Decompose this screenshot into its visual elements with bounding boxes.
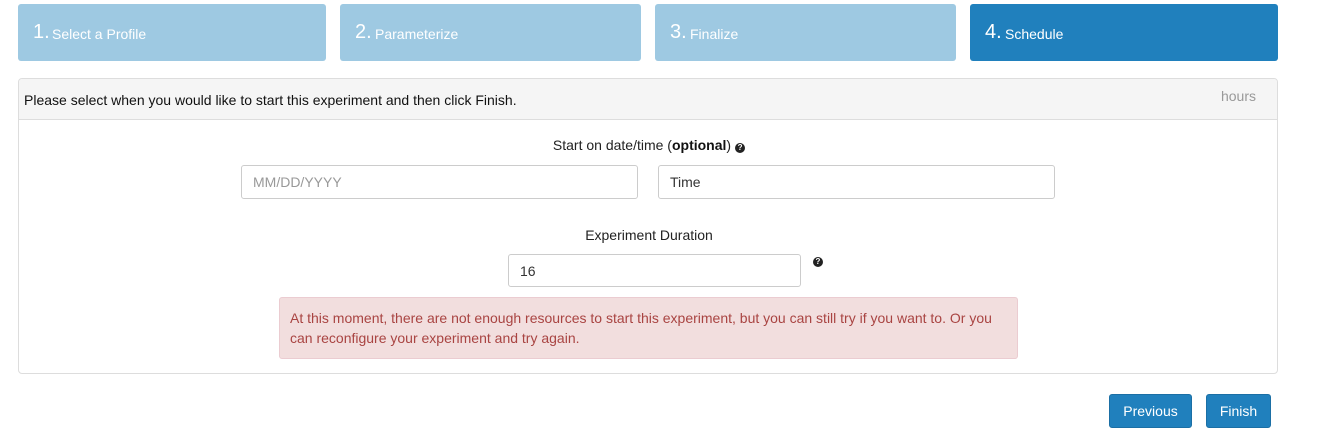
schedule-panel: Please select when you would like to sta… [18, 78, 1278, 374]
optional-label: optional [671, 137, 727, 153]
time-input[interactable] [658, 165, 1055, 199]
step-parameterize[interactable]: 2. Parameterize [340, 4, 641, 61]
wizard-steps: 1. Select a Profile 2. Parameterize 3. F… [18, 4, 1278, 61]
panel-heading: Please select when you would like to sta… [19, 79, 1277, 120]
date-input[interactable] [241, 165, 638, 199]
step-select-profile[interactable]: 1. Select a Profile [18, 4, 326, 61]
duration-input[interactable] [508, 254, 801, 287]
step-label: Parameterize [375, 26, 459, 42]
step-finalize[interactable]: 3. Finalize [655, 4, 956, 61]
step-label: Select a Profile [52, 26, 147, 42]
finish-button[interactable]: Finish [1206, 394, 1271, 428]
step-label: Schedule [1005, 26, 1064, 42]
step-number: 1. [33, 21, 50, 43]
hours-label: hours [1220, 88, 1256, 104]
previous-button[interactable]: Previous [1109, 394, 1192, 428]
step-number: 3. [670, 21, 687, 43]
start-label-suffix: ) [726, 137, 732, 153]
step-number: 2. [355, 21, 372, 43]
duration-help-icon[interactable]: ? [813, 257, 823, 267]
step-number: 4. [985, 21, 1002, 43]
start-datetime-label: Start on date/time (optional)? [19, 137, 1279, 153]
start-label-prefix: Start on date/time ( [552, 137, 672, 153]
step-schedule[interactable]: 4. Schedule [970, 4, 1278, 61]
instruction-text: Please select when you would like to sta… [24, 92, 517, 108]
step-label: Finalize [690, 26, 739, 42]
help-icon[interactable]: ? [735, 143, 746, 153]
experiment-duration-label: Experiment Duration [585, 227, 713, 243]
resource-warning-alert: At this moment, there are not enough res… [279, 297, 1018, 359]
